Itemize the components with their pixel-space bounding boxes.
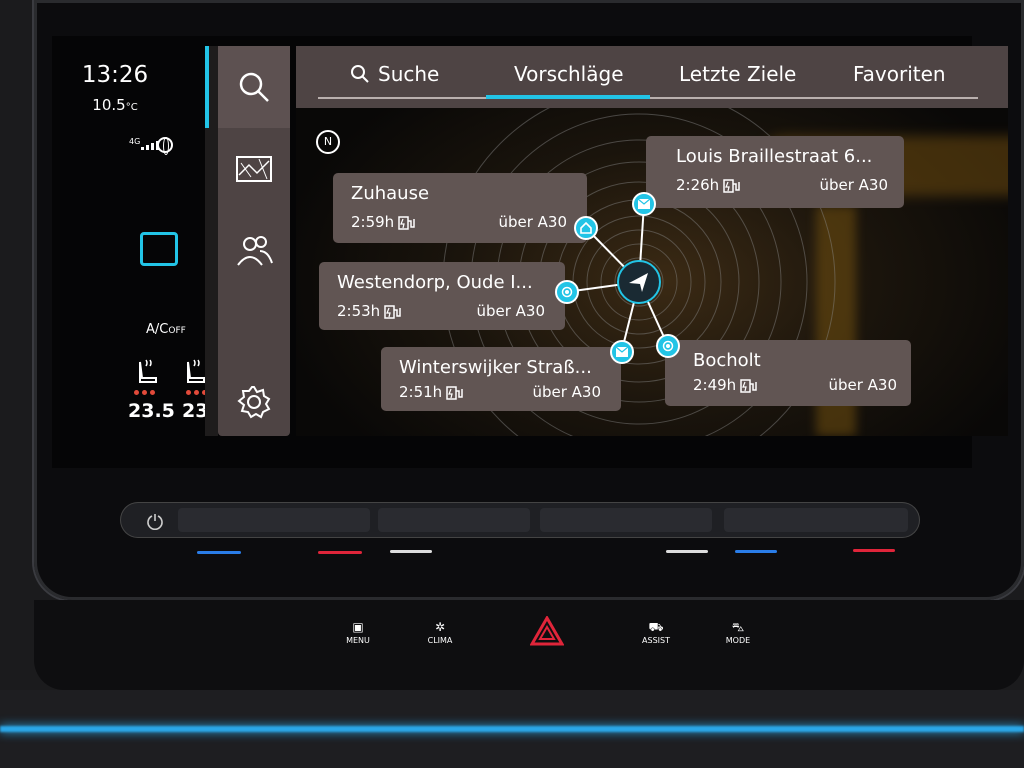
car-icon: ⛟ xyxy=(648,620,664,634)
home-pin[interactable] xyxy=(574,216,598,240)
gear-icon xyxy=(237,386,271,419)
tab-recent-destinations[interactable]: Letzte Ziele xyxy=(679,62,796,86)
clock: 13:26 xyxy=(81,62,149,88)
temperature-right-slider[interactable] xyxy=(724,508,908,532)
target-pin[interactable] xyxy=(555,280,579,304)
nav-map-button[interactable] xyxy=(218,146,290,194)
destination-eta: 2:49h xyxy=(693,376,758,394)
target-icon xyxy=(561,286,573,298)
search-icon xyxy=(351,65,369,83)
destination-route: über A30 xyxy=(476,302,545,320)
globe-icon xyxy=(157,137,173,155)
ac-status[interactable]: A/COFF xyxy=(146,322,186,337)
people-icon xyxy=(237,236,273,266)
led-indicator xyxy=(853,549,895,552)
network-status: 4G xyxy=(127,135,181,159)
mode-button[interactable]: ⛍ MODE xyxy=(718,620,758,645)
snowflake-icon: ✲ xyxy=(434,620,446,634)
network-label: 4G xyxy=(129,137,141,146)
message-pin[interactable] xyxy=(610,340,634,364)
destination-card-louis-braillestraat[interactable]: Louis Braillestraat 6... 2:26h über A30 xyxy=(646,136,904,208)
nav-contacts-button[interactable] xyxy=(218,226,290,274)
led-indicator xyxy=(390,550,432,553)
nav-settings-button[interactable] xyxy=(218,380,290,424)
destination-eta: 2:26h xyxy=(676,176,741,194)
charging-station-icon xyxy=(384,305,401,319)
fan-slider[interactable] xyxy=(540,508,712,532)
destination-card-winterswijker-strasse[interactable]: Winterswijker Straß... 2:51h über A30 xyxy=(381,347,621,411)
target-icon xyxy=(662,340,674,352)
car-mode-icon: ⛍ xyxy=(731,620,745,634)
menu-button[interactable]: ▣ MENU xyxy=(338,620,378,645)
temp-left[interactable]: 23.5 xyxy=(128,400,175,422)
button-panel xyxy=(34,600,1024,690)
seat-heating-left-icon[interactable] xyxy=(134,358,164,392)
hazard-button[interactable] xyxy=(530,616,564,646)
message-icon xyxy=(615,346,629,357)
seat-heating-left-level xyxy=(134,390,155,395)
parking-icon: ▣ xyxy=(352,620,364,634)
temperature-left-slider[interactable] xyxy=(178,508,370,532)
tab-selected-indicator xyxy=(486,95,650,99)
destination-name: Zuhause xyxy=(351,183,430,204)
destination-route: über A30 xyxy=(498,213,567,231)
current-position-icon[interactable] xyxy=(616,259,662,305)
destination-card-bocholt[interactable]: Bocholt 2:49h über A30 xyxy=(665,340,911,406)
compass-north-icon[interactable]: N xyxy=(316,130,340,154)
led-indicator xyxy=(735,550,777,553)
nav-search-button[interactable] xyxy=(218,46,290,128)
destination-eta: 2:53h xyxy=(337,302,402,320)
destination-name: Louis Braillestraat 6... xyxy=(676,146,873,167)
assist-button[interactable]: ⛟ ASSIST xyxy=(636,620,676,645)
tab-suggestions[interactable]: Vorschläge xyxy=(514,62,624,86)
target-pin[interactable] xyxy=(656,334,680,358)
led-indicator xyxy=(318,551,362,554)
destination-card-home[interactable]: Zuhause 2:59h über A30 xyxy=(333,173,587,243)
active-indicator xyxy=(205,46,209,128)
destination-eta: 2:59h xyxy=(351,213,416,231)
ambient-light xyxy=(0,726,1024,732)
destination-route: über A30 xyxy=(532,383,601,401)
destination-card-westendorp[interactable]: Westendorp, Oude I... 2:53h über A30 xyxy=(319,262,565,330)
destination-eta: 2:51h xyxy=(399,383,464,401)
message-icon xyxy=(637,198,651,209)
destination-route: über A30 xyxy=(819,176,888,194)
charging-station-icon xyxy=(723,179,740,193)
led-indicator xyxy=(197,551,241,554)
map-icon xyxy=(236,156,272,182)
clima-button[interactable]: ✲ CLIMA xyxy=(420,620,460,645)
message-pin[interactable] xyxy=(632,192,656,216)
destination-name: Westendorp, Oude I... xyxy=(337,272,533,293)
seat-heating-right-level xyxy=(186,390,207,395)
destination-name: Bocholt xyxy=(693,350,761,371)
home-screen-button[interactable] xyxy=(140,232,178,266)
power-icon[interactable] xyxy=(146,512,164,530)
dashboard-trim xyxy=(0,690,1024,768)
charging-station-icon xyxy=(398,216,415,230)
tab-bar: Suche Vorschläge Letzte Ziele Favoriten xyxy=(296,46,1008,108)
tab-search[interactable]: Suche xyxy=(350,62,439,86)
fan-slider[interactable] xyxy=(378,508,530,532)
destination-name: Winterswijker Straß... xyxy=(399,357,592,378)
led-indicator xyxy=(666,550,708,553)
search-icon xyxy=(239,72,269,102)
charging-station-icon xyxy=(446,386,463,400)
charging-station-icon xyxy=(740,379,757,393)
tab-favorites[interactable]: Favoriten xyxy=(853,62,946,86)
outside-temperature: 10.5°C xyxy=(92,96,138,114)
destination-route: über A30 xyxy=(828,376,897,394)
side-navigation xyxy=(205,46,290,436)
home-icon xyxy=(580,221,592,234)
